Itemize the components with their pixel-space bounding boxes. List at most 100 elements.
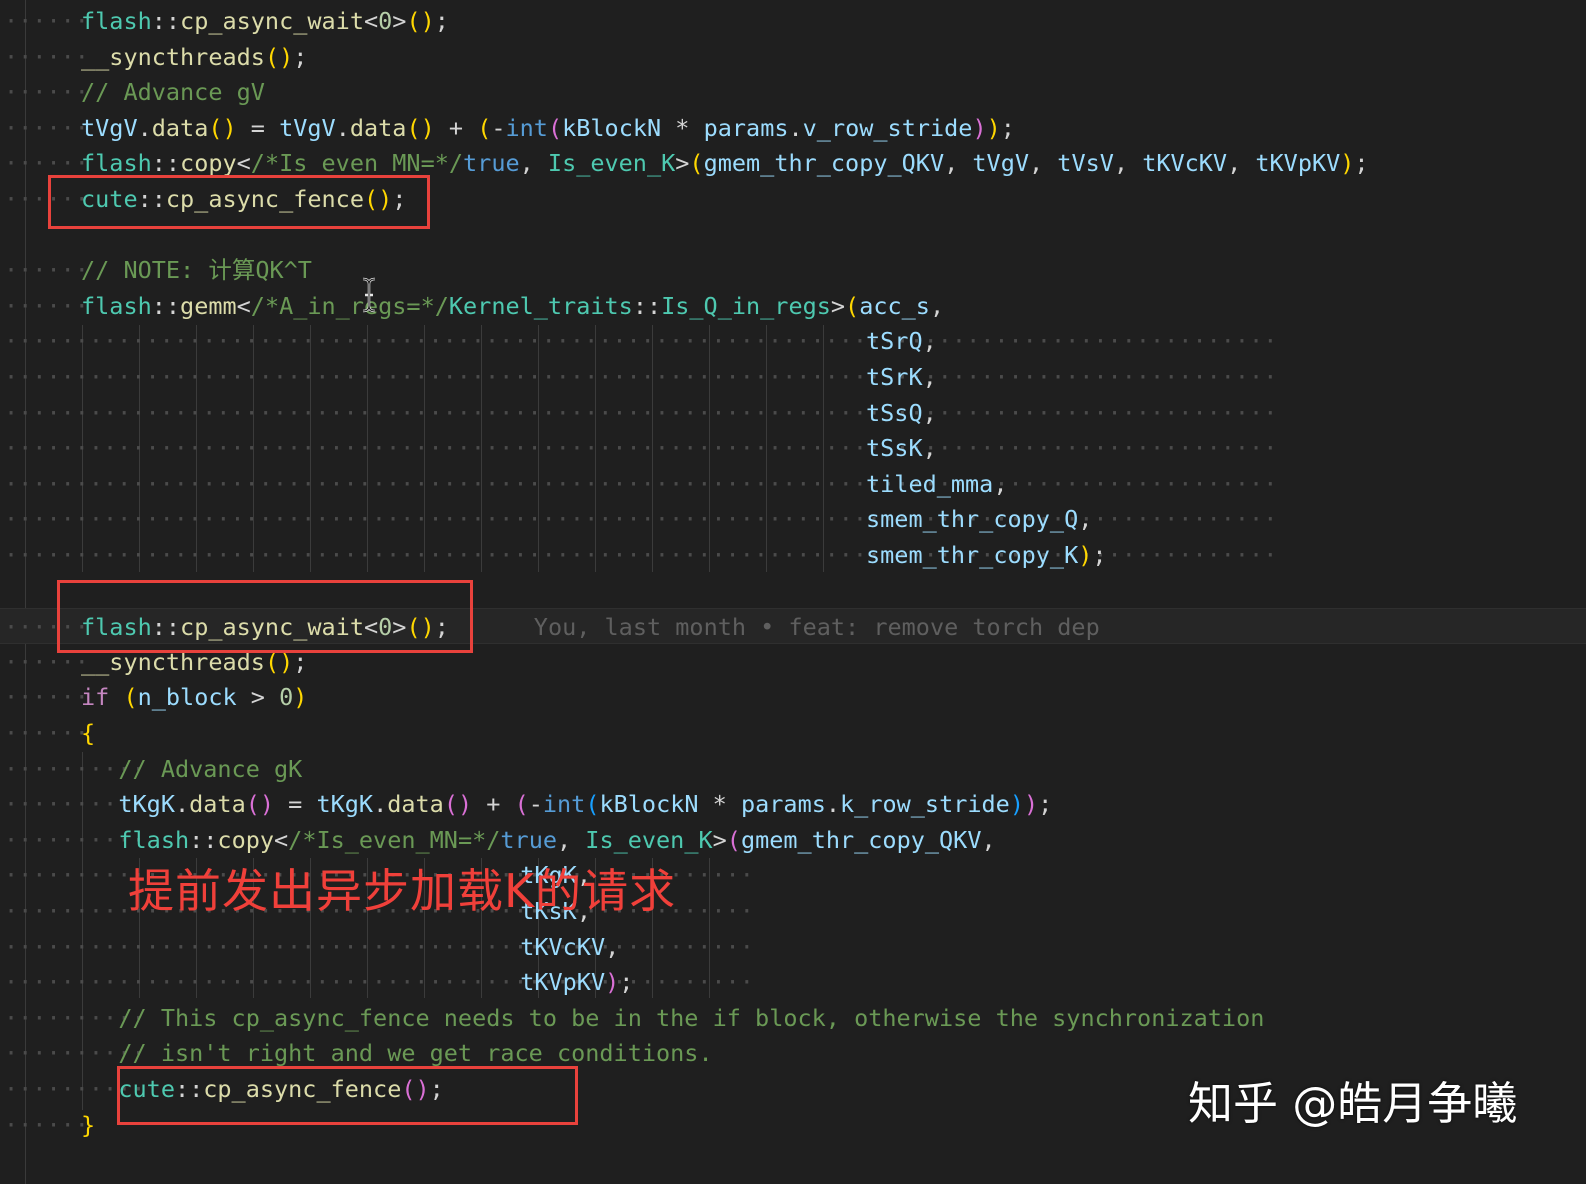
code-token: flash bbox=[118, 825, 190, 854]
code-token: ( bbox=[514, 790, 529, 819]
code-token: () bbox=[406, 113, 435, 142]
code-line[interactable]: ········································… bbox=[0, 430, 1586, 466]
code-token: gmem_thr_copy_QKV bbox=[740, 825, 982, 854]
code-line[interactable]: ······ __syncthreads(); bbox=[0, 39, 1586, 75]
code-line[interactable]: ······// NOTE: 计算QK^T bbox=[0, 252, 1586, 288]
code-line[interactable]: ········································… bbox=[0, 395, 1586, 431]
whitespace-dots: ········································… bbox=[4, 327, 1278, 356]
code-token: () bbox=[406, 7, 435, 35]
code-text[interactable]: tKVpKV); bbox=[520, 964, 633, 1000]
code-text[interactable]: flash::gemm</*A_in_regs=*/Kernel_traits:… bbox=[81, 288, 944, 324]
code-token: tKVcKV bbox=[520, 932, 606, 961]
code-line[interactable]: ········································… bbox=[0, 323, 1586, 359]
code-line[interactable]: ········································… bbox=[0, 359, 1586, 395]
code-token: () bbox=[264, 42, 294, 71]
code-text[interactable]: tKVcKV, bbox=[520, 929, 619, 965]
code-token: . bbox=[373, 790, 388, 819]
code-token: Is_even_K bbox=[585, 825, 713, 854]
code-token: > bbox=[392, 7, 407, 35]
code-token: ( bbox=[845, 291, 860, 320]
code-token: flash bbox=[81, 7, 152, 35]
code-token: < bbox=[236, 291, 251, 320]
code-token: smem_thr_copy_K bbox=[866, 541, 1079, 569]
code-text[interactable]: flash::copy</*Is_even_MN=*/true, Is_even… bbox=[118, 822, 995, 858]
code-line[interactable]: ······ flash::cp_async_wait<0>(); bbox=[0, 3, 1586, 39]
code-token: int bbox=[542, 790, 586, 819]
code-text[interactable]: if (n_block > 0) bbox=[81, 679, 307, 715]
code-token: copy bbox=[217, 825, 275, 854]
code-text[interactable]: tSsQ, bbox=[866, 395, 937, 431]
code-token: ; bbox=[1354, 149, 1369, 178]
code-line[interactable]: ········································… bbox=[0, 466, 1586, 502]
code-token: } bbox=[81, 1110, 96, 1139]
code-token: < bbox=[363, 7, 379, 35]
code-token: tKgK bbox=[316, 790, 374, 819]
code-line[interactable]: ··········// This cp_async_fence needs t… bbox=[0, 1000, 1586, 1036]
code-token: = bbox=[236, 113, 280, 142]
code-text[interactable]: tSrK, bbox=[866, 359, 937, 395]
code-token: = bbox=[274, 790, 317, 819]
code-token: Kernel_traits bbox=[448, 291, 633, 320]
code-text[interactable]: // NOTE: 计算QK^T bbox=[81, 252, 312, 288]
code-token: > bbox=[675, 149, 690, 178]
code-text[interactable]: __syncthreads(); bbox=[81, 39, 307, 75]
code-token: > bbox=[830, 291, 846, 320]
whitespace-dots: ······ bbox=[4, 42, 89, 71]
code-line[interactable]: ······ if (n_block > 0) bbox=[0, 679, 1586, 715]
code-text[interactable]: tVgV.data() = tVgV.data() + (-int(kBlock… bbox=[81, 110, 1015, 146]
code-line[interactable]: ······ flash::gemm</*A_in_regs=*/Kernel_t… bbox=[0, 288, 1586, 324]
code-text[interactable]: tSrQ, bbox=[866, 323, 937, 359]
code-token: . bbox=[335, 113, 350, 142]
code-token: ; bbox=[293, 42, 308, 71]
code-text[interactable]: tiled_mma, bbox=[866, 466, 1008, 502]
code-line[interactable]: ······// Advance gV bbox=[0, 74, 1586, 110]
code-text[interactable]: // Advance gK bbox=[118, 751, 302, 787]
code-text[interactable]: // This cp_async_fence needs to be in th… bbox=[118, 1000, 1264, 1036]
code-token: flash bbox=[81, 149, 152, 178]
code-text[interactable]: } bbox=[81, 1107, 95, 1143]
code-token: ) bbox=[293, 683, 308, 712]
code-token: ( bbox=[689, 149, 704, 178]
code-text[interactable]: flash::cp_async_wait<0>(); bbox=[81, 3, 449, 39]
code-line[interactable]: ········································… bbox=[0, 964, 1586, 1000]
code-token: , bbox=[1078, 505, 1093, 534]
whitespace-dots: ······ bbox=[4, 719, 89, 747]
code-line[interactable]: ········································… bbox=[0, 929, 1586, 965]
code-token: kBlockN bbox=[599, 790, 699, 819]
code-token: if bbox=[81, 683, 110, 712]
code-line[interactable]: ········································… bbox=[0, 537, 1586, 573]
code-line[interactable]: ······{ bbox=[0, 715, 1586, 751]
code-line[interactable]: ······ tVgV.data() = tVgV.data() + (-int(… bbox=[0, 110, 1586, 146]
whitespace-dots: ········································… bbox=[4, 968, 754, 997]
code-token: :: bbox=[632, 291, 662, 320]
code-text[interactable]: smem_thr_copy_Q, bbox=[866, 501, 1092, 537]
whitespace-dots: ······ bbox=[4, 7, 89, 35]
code-token: * bbox=[661, 113, 704, 142]
code-token: , bbox=[922, 363, 937, 391]
code-text[interactable]: tKgK.data() = tKgK.data() + (-int(kBlock… bbox=[118, 786, 1052, 822]
whitespace-dots: ········································… bbox=[4, 932, 754, 961]
code-token: , bbox=[1227, 149, 1256, 178]
code-text[interactable]: { bbox=[81, 715, 95, 751]
code-token: params bbox=[740, 790, 826, 819]
code-token: tKVpKV bbox=[1255, 149, 1341, 178]
code-line[interactable]: ·········· tKgK.data() = tKgK.data() + (-… bbox=[0, 786, 1586, 822]
code-line[interactable]: ··········// Advance gK bbox=[0, 751, 1586, 787]
code-text[interactable]: smem_thr_copy_K); bbox=[866, 537, 1107, 573]
code-token: . bbox=[137, 113, 152, 142]
code-token: Is_Q_in_regs bbox=[661, 291, 831, 320]
code-token: < bbox=[236, 149, 251, 178]
code-editor[interactable]: ······ flash::cp_async_wait<0>(); ······ __… bbox=[0, 0, 1586, 1184]
code-line[interactable]: ········································… bbox=[0, 501, 1586, 537]
code-text[interactable]: // Advance gV bbox=[81, 74, 265, 110]
whitespace-dots: ······ bbox=[4, 78, 89, 107]
code-token: tVgV bbox=[81, 113, 138, 142]
code-token: , bbox=[605, 932, 620, 961]
code-line[interactable]: ·········· flash::copy</*Is_even_MN=*/tru… bbox=[0, 822, 1586, 858]
code-token: ( bbox=[585, 790, 600, 819]
code-token: /*Is_even_MN=*/ bbox=[288, 825, 501, 854]
code-token: tSsQ bbox=[866, 398, 923, 427]
code-token: true bbox=[500, 825, 557, 854]
code-text[interactable]: tSsK, bbox=[866, 430, 937, 466]
code-token: acc_s bbox=[859, 291, 930, 320]
